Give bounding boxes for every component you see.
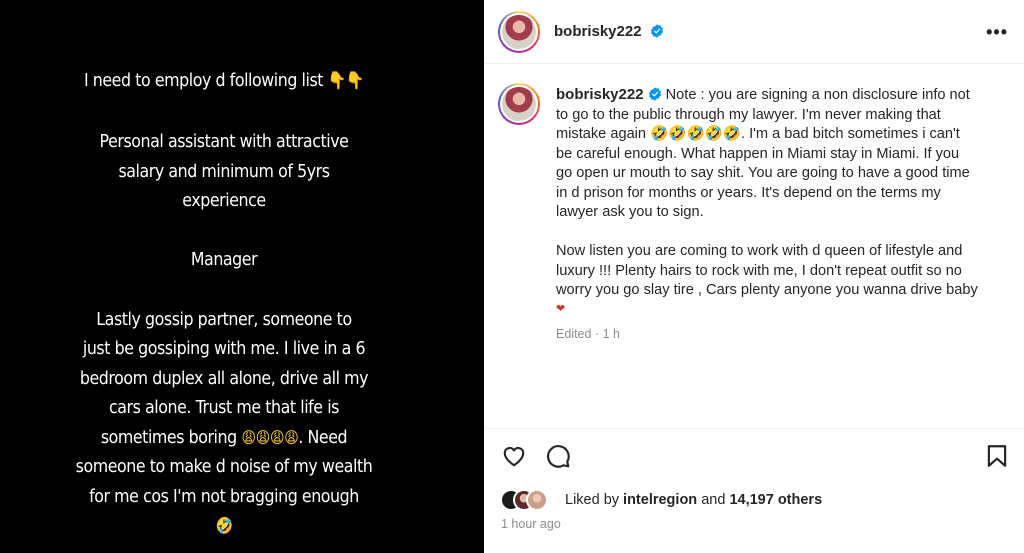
caption-text: be careful enough. What happen in Miami … [556, 145, 960, 162]
media-text-line: Manager [190, 249, 258, 270]
caption-text: worry you go slay tire , Cars plenty any… [556, 282, 978, 298]
media-text-line: I need to employ d following list 👇👇 [27, 66, 421, 96]
avatar[interactable] [498, 11, 540, 53]
caption-avatar[interactable] [498, 83, 540, 125]
media-text-line: experience [182, 190, 266, 211]
comment-icon[interactable] [545, 443, 571, 469]
liker-avatar[interactable] [526, 489, 548, 511]
meta-separator: · [594, 327, 600, 341]
media-text-line: Lastly gossip partner, someone to [96, 309, 352, 330]
caption-text: mistake again 🤣🤣🤣🤣🤣. I'm a bad bitch som… [556, 126, 960, 142]
action-bar [484, 428, 1024, 480]
likes-count[interactable]: 14,197 others [729, 492, 822, 508]
weary-face-emoji: 😩 [241, 428, 256, 447]
verified-badge-icon [650, 24, 663, 38]
weary-face-emoji: 😩 [255, 428, 271, 447]
rofl-emoji: 🤣 [686, 126, 705, 142]
media-text-line: salary and minimum of 5yrs [118, 161, 330, 182]
rofl-emoji: 🤣 [704, 126, 723, 142]
post-header: bobrisky222 ••• [484, 0, 1024, 64]
post-media: I need to employ d following list 👇👇 Per… [0, 0, 484, 553]
author-username[interactable]: bobrisky222 [554, 23, 664, 40]
caption-text: Now listen you are coming to work with d… [556, 243, 963, 259]
media-text-line: 🤣 [27, 511, 421, 541]
rofl-emoji: 🤣 [650, 126, 669, 142]
likes-text: Liked by intelregion and 14,197 others [565, 492, 823, 508]
media-text-line: someone to make d noise of my wealth [75, 456, 373, 477]
pointing-down-emoji: 👇 [327, 71, 347, 91]
media-text-line: for me cos I'm not bragging enough [89, 486, 359, 507]
edited-time[interactable]: 1 h [603, 327, 620, 341]
caption-text: to go to the public through my lawyer. I… [556, 106, 941, 123]
liker-username[interactable]: intelregion [623, 492, 697, 508]
heart-outline-icon[interactable] [501, 443, 527, 469]
weary-face-emoji: 😩 [269, 428, 285, 447]
weary-face-emoji: 😩 [284, 428, 299, 447]
media-text-line: Personal assistant with attractive [99, 131, 349, 152]
caption-meta: Edited · 1 h [556, 327, 620, 341]
media-text-line: cars alone. Trust me that life is [109, 397, 339, 418]
rofl-emoji: 🤣 [668, 126, 687, 142]
post-caption: bobrisky222 Note : you are signing a non… [556, 85, 1008, 316]
edited-label: Edited [556, 327, 592, 341]
caption-text: Note : you are signing a non disclosure … [665, 87, 970, 103]
bookmark-icon[interactable] [984, 443, 1010, 469]
pointing-down-emoji: 👇 [345, 71, 365, 91]
caption-text: in d prison for months or years. It's de… [556, 184, 941, 201]
media-text-line: just be gossiping with me. I live in a 6 [82, 338, 366, 359]
more-horizontal-icon[interactable]: ••• [986, 22, 1008, 43]
caption-text: luxury !!! Plenty hairs to rock with me,… [556, 262, 962, 279]
heart-emoji: ❤ [556, 302, 566, 315]
caption-text: go open ur mouth to say shit. You are go… [556, 165, 970, 181]
post-timestamp[interactable]: 1 hour ago [501, 517, 561, 531]
rofl-emoji: 🤣 [722, 126, 741, 142]
media-text-line: bedroom duplex all alone, drive all my [79, 368, 369, 389]
caption-username[interactable]: bobrisky222 [556, 86, 662, 103]
media-text-line: sometimes boring 😩😩😩😩. Need [27, 423, 421, 453]
rofl-emoji: 🤣 [215, 516, 233, 535]
verified-badge-icon [648, 87, 661, 101]
caption-text: lawyer ask you to sign. [556, 204, 704, 220]
post-panel: bobrisky222 ••• bobrisky222 Note : you a… [484, 0, 1024, 553]
